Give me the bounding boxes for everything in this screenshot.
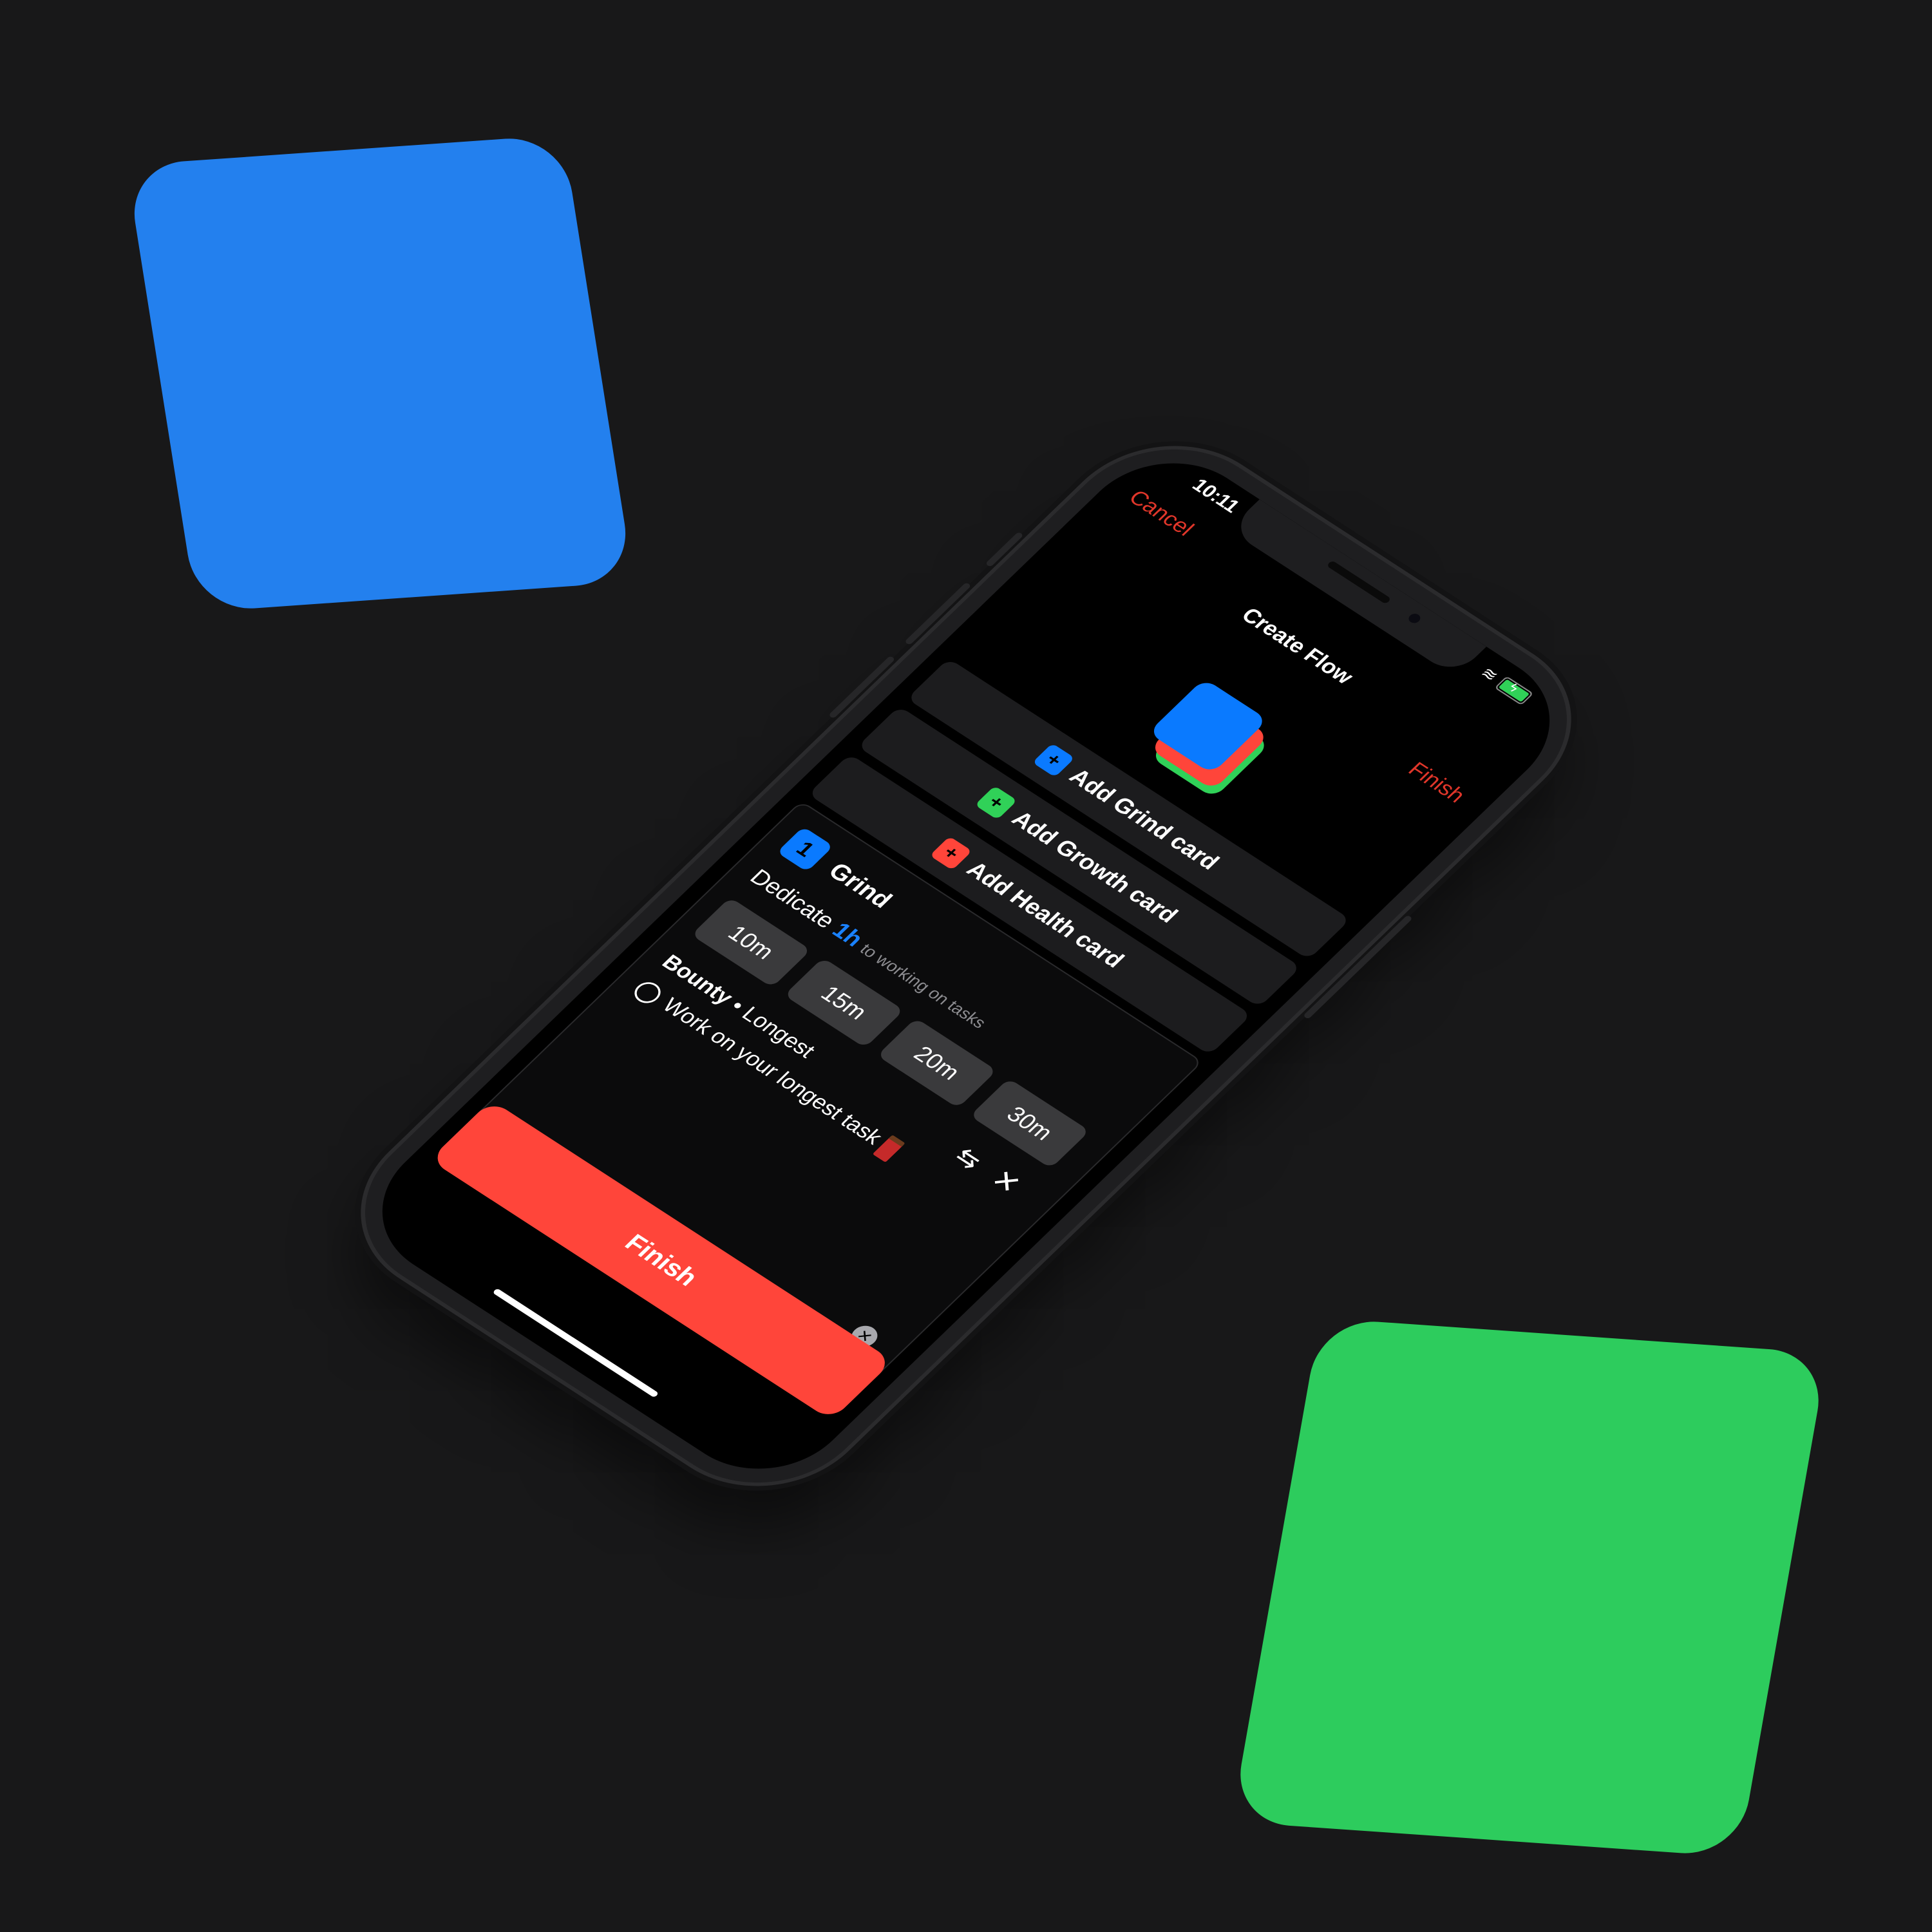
- duration-chip-20m[interactable]: 20m: [876, 1018, 997, 1108]
- swap-icon[interactable]: ⇆: [948, 1142, 988, 1175]
- decorative-blue-square: [126, 135, 634, 612]
- earpiece-speaker: [1326, 560, 1392, 605]
- status-icons: ≋ ϟ: [1476, 663, 1535, 706]
- battery-charging-icon: ϟ: [1494, 676, 1534, 705]
- home-indicator: [492, 1288, 659, 1398]
- plus-icon: +: [929, 836, 972, 871]
- plus-icon: +: [1032, 743, 1075, 777]
- duration-chip-30m[interactable]: 30m: [969, 1078, 1090, 1169]
- notch: [1228, 499, 1487, 677]
- status-time: 10:11: [1188, 475, 1244, 517]
- front-camera: [1406, 612, 1423, 625]
- step-number-badge: 1: [776, 826, 834, 872]
- step-name: Grind: [822, 858, 898, 913]
- close-icon[interactable]: ✕: [984, 1164, 1028, 1200]
- wifi-icon: ≋: [1476, 663, 1503, 685]
- target-icon: [629, 978, 666, 1007]
- silent-switch: [985, 531, 1024, 567]
- decorative-green-square: [1231, 1318, 1828, 1857]
- plus-icon: +: [974, 786, 1018, 820]
- stacked-cards-icon: [1133, 678, 1285, 800]
